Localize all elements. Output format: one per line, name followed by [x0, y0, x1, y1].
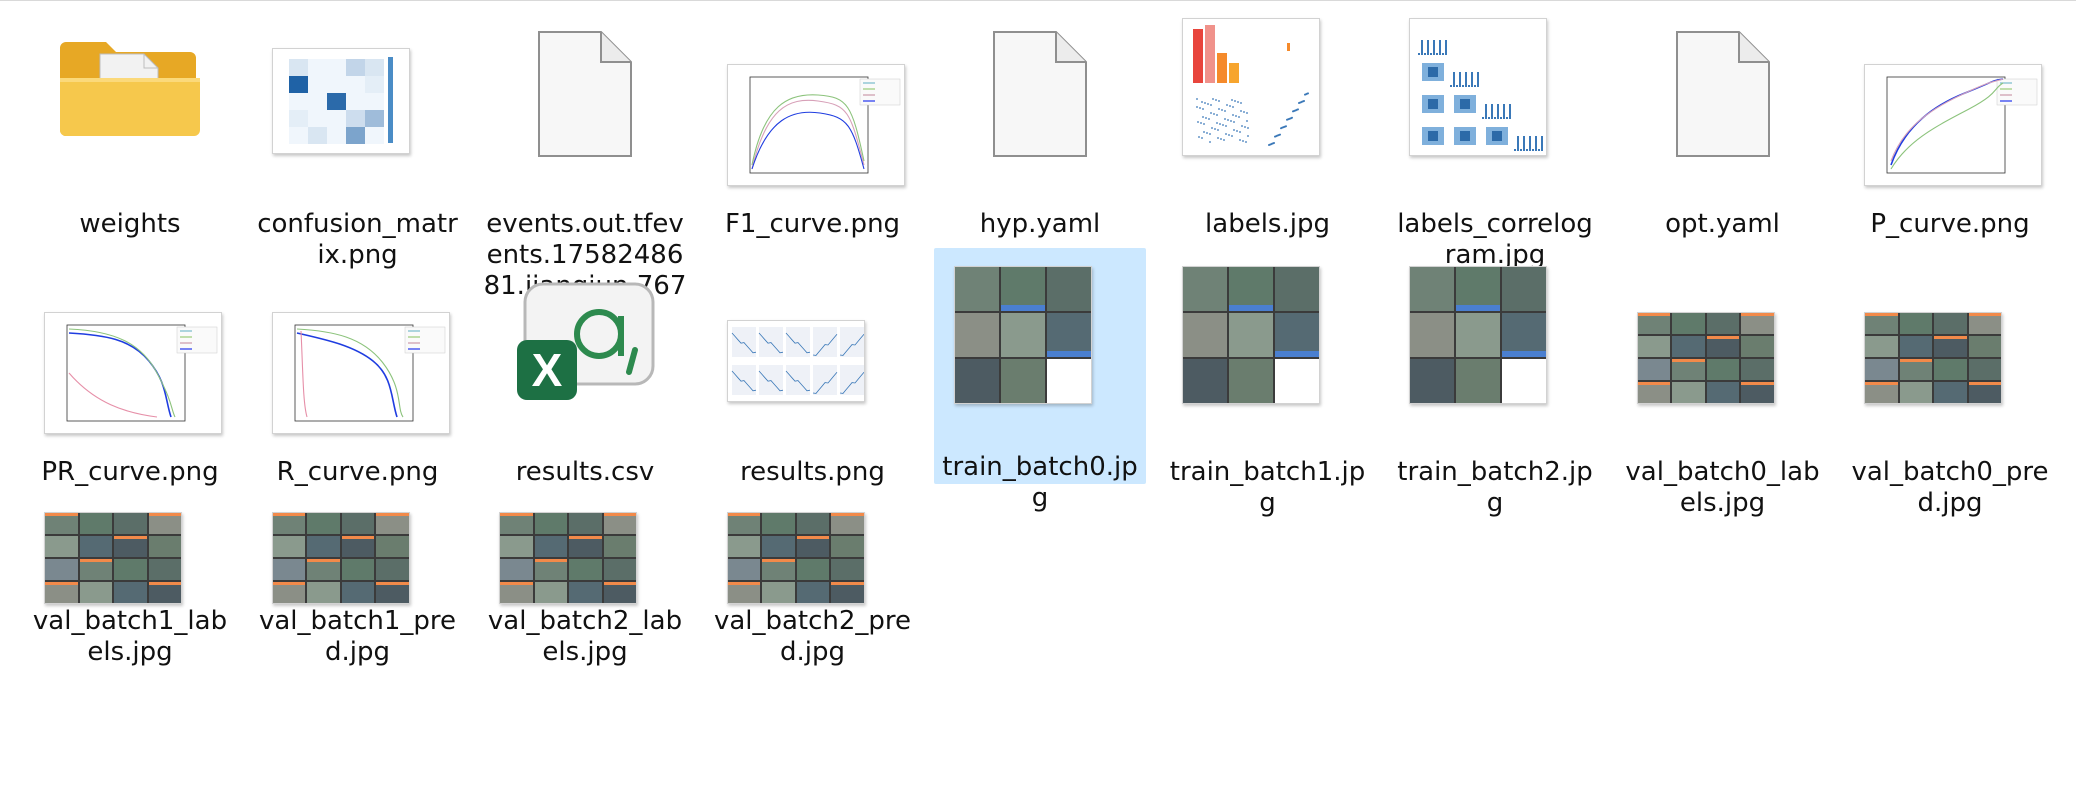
- file-name-label: val_batch2_pred.jpg: [713, 606, 912, 667]
- file-icon-area: [24, 4, 236, 204]
- generic-file-icon: [993, 31, 1087, 157]
- file-item[interactable]: val_batch0_labels.jpg: [1617, 252, 1829, 518]
- file-icon-area: [1162, 252, 1374, 452]
- image-thumbnail-icon: [1409, 266, 1547, 404]
- image-thumbnail-icon: [271, 312, 450, 434]
- image-thumbnail-icon: [44, 512, 182, 604]
- image-thumbnail-icon: [271, 512, 410, 604]
- file-name-label: opt.yaml: [1665, 209, 1780, 239]
- file-icon-area: [1844, 4, 2056, 204]
- file-icon-area: [252, 4, 464, 204]
- file-item[interactable]: train_batch0.jpg: [934, 248, 1146, 513]
- file-item[interactable]: val_batch1_labels.jpg: [24, 452, 236, 667]
- file-grid: weights confusion_matrix.png events.out.tf…: [0, 0, 2076, 810]
- file-item[interactable]: val_batch0_pred.jpg: [1844, 252, 2056, 518]
- folder-icon: [60, 42, 200, 136]
- image-thumbnail-icon: [1636, 312, 1775, 404]
- file-icon-area: [479, 4, 691, 204]
- file-icon-area: [1389, 252, 1601, 452]
- file-icon-area: [252, 252, 464, 452]
- svg-text:X: X: [532, 344, 563, 396]
- file-item[interactable]: val_batch2_labels.jpg: [479, 452, 691, 667]
- file-name-label: labels.jpg: [1205, 209, 1330, 239]
- file-name-label: val_batch2_labels.jpg: [487, 606, 683, 667]
- file-item[interactable]: val_batch2_pred.jpg: [707, 452, 919, 667]
- file-name-label: train_batch1.jpg: [1169, 457, 1366, 518]
- file-name-label: P_curve.png: [1870, 209, 2030, 239]
- file-item[interactable]: train_batch1.jpg: [1162, 252, 1374, 518]
- file-name-label: F1_curve.png: [724, 209, 901, 239]
- image-thumbnail-icon: [1864, 64, 2042, 186]
- file-name-label: val_batch0_pred.jpg: [1851, 457, 2049, 518]
- file-icon-area: [934, 252, 1146, 452]
- file-item[interactable]: val_batch1_pred.jpg: [252, 452, 464, 667]
- excel-csv-icon: X: [517, 282, 655, 400]
- file-icon-area: [707, 252, 919, 452]
- image-thumbnail-icon: [1181, 18, 1320, 156]
- file-icon-area: [1389, 4, 1601, 204]
- image-thumbnail-icon: [1409, 18, 1547, 156]
- image-thumbnail-icon: [726, 64, 905, 186]
- file-name-label: val_batch0_labels.jpg: [1625, 457, 1820, 518]
- file-name-label: train_batch2.jpg: [1397, 457, 1593, 518]
- file-name-label: weights: [79, 209, 181, 239]
- file-icon-area: [1844, 252, 2056, 452]
- image-thumbnail-icon: [1181, 266, 1320, 404]
- file-icon-area: [24, 252, 236, 452]
- file-icon-area: [1617, 252, 1829, 452]
- file-icon-area: [1617, 4, 1829, 204]
- image-thumbnail-icon: [726, 512, 865, 604]
- file-icon-area: X: [479, 252, 691, 452]
- image-thumbnail-icon: [271, 48, 410, 154]
- file-item[interactable]: train_batch2.jpg: [1389, 252, 1601, 518]
- generic-file-icon: [1675, 31, 1770, 157]
- file-icon-area: [707, 4, 919, 204]
- image-thumbnail-icon: [726, 320, 865, 402]
- image-thumbnail-icon: [1864, 312, 2002, 404]
- file-name-label: hyp.yaml: [979, 209, 1101, 239]
- image-thumbnail-icon: [499, 512, 637, 604]
- generic-file-icon: [538, 31, 632, 157]
- file-name-label: val_batch1_pred.jpg: [258, 606, 457, 667]
- file-icon-area: [934, 4, 1146, 204]
- image-thumbnail-icon: [44, 312, 222, 434]
- image-thumbnail-icon: [954, 266, 1092, 404]
- file-name-label: val_batch1_labels.jpg: [32, 606, 228, 667]
- file-name-label: train_batch0.jpg: [942, 452, 1138, 513]
- file-icon-area: [1162, 4, 1374, 204]
